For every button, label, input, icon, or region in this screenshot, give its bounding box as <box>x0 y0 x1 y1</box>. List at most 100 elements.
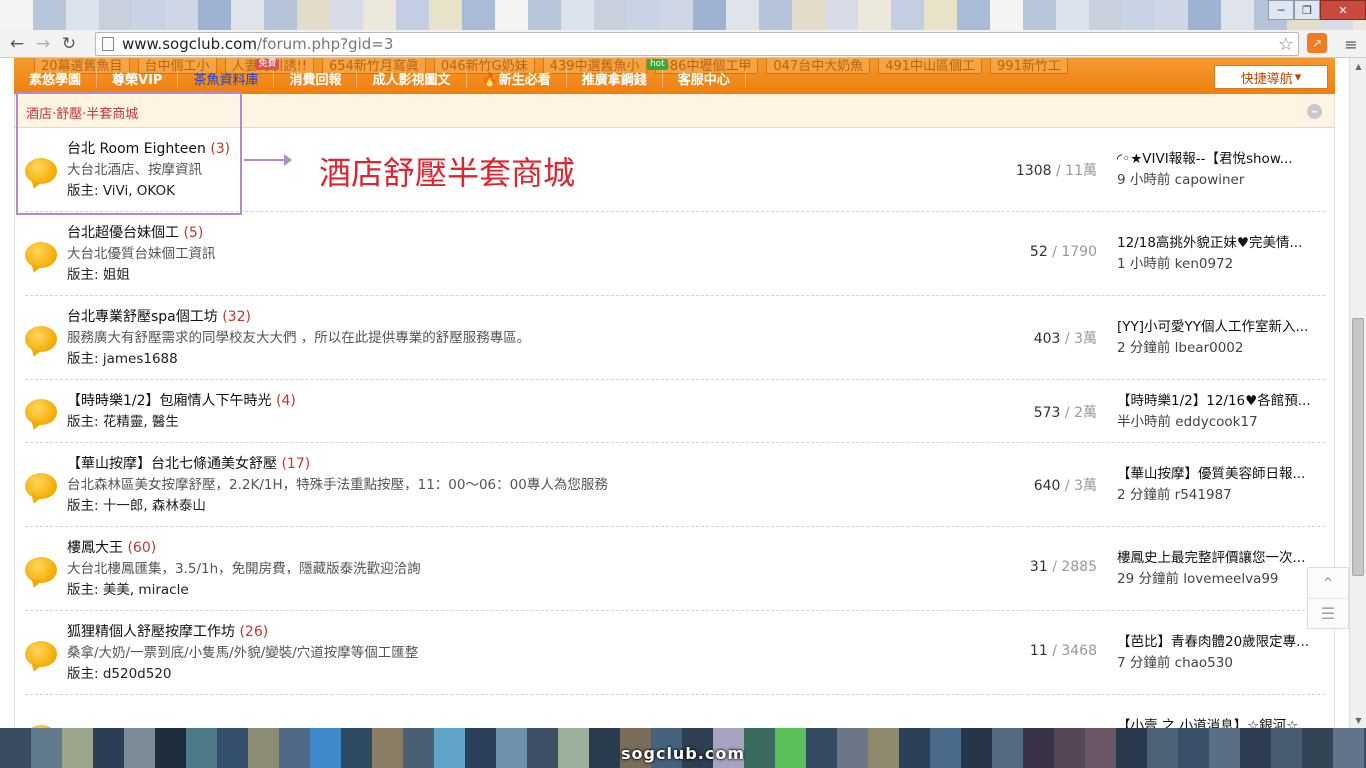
post-count: / 2萬 <box>1060 404 1097 421</box>
scroll-down-icon[interactable]: ▼ <box>1350 712 1366 728</box>
last-post-title[interactable]: 12/18高挑外貌正妹♥完美情... <box>1117 233 1325 254</box>
last-post-meta[interactable]: 半小時前 eddycook17 <box>1117 412 1325 433</box>
address-bar[interactable]: www.sogclub.com/forum.php?gid=3 ☆ <box>95 32 1299 56</box>
last-post-title[interactable]: 【芭比】青春肉體20歲限定專... <box>1117 632 1325 653</box>
last-post-meta[interactable]: 2 分鐘前 r541987 <box>1117 485 1325 506</box>
back-to-top-icon[interactable]: ⌃ <box>1308 568 1348 598</box>
board-name[interactable]: 【華山按摩】台北七條通美女舒壓 <box>67 456 277 472</box>
nav-item-2[interactable]: 茶魚資料庫 免費 <box>178 58 280 88</box>
topic-count: 11 <box>1029 643 1048 659</box>
post-count: / 11萬 <box>1051 163 1097 179</box>
nav-item-label: 客服中心 <box>677 72 730 88</box>
collapse-icon[interactable]: – <box>1307 104 1322 119</box>
nav-item-4[interactable]: 成人影視圖文 <box>357 68 467 88</box>
forward-icon[interactable]: → <box>30 31 56 57</box>
board-title[interactable]: 台北專業舒壓spa個工坊 (32) <box>67 307 530 328</box>
banner-ad-item[interactable]: 491中山區個工 <box>878 58 983 74</box>
extension-chart-icon[interactable]: ↗ <box>1307 33 1327 53</box>
nav-item-7[interactable]: 客服中心 <box>663 68 746 88</box>
board-title[interactable]: 狐狸精個人舒壓按摩工作坊 (26) <box>67 622 418 643</box>
last-post: 【時時樂1/2】12/16♥各館預... 半小時前 eddycook17 <box>1117 391 1325 433</box>
board-row: 台北超優台妹個工 (5) 大台北優質台妹個工資訊 版主: 姐姐 52 / 1790 12… <box>25 212 1325 296</box>
nav-item-5[interactable]: 🔥新生必看 <box>467 68 567 88</box>
board-moderators[interactable]: 版主: 美美, miracle <box>67 580 421 601</box>
last-post-meta[interactable]: 9 小時前 capowiner <box>1117 170 1325 191</box>
board-name[interactable]: 台北專業舒壓spa個工坊 <box>67 309 218 325</box>
back-icon[interactable]: ← <box>4 31 30 57</box>
quick-nav-button[interactable]: 快捷導航 ▾ <box>1214 65 1328 89</box>
scrollbar-thumb[interactable] <box>1352 318 1364 576</box>
last-post-title[interactable]: [YY]小可愛YY個人工作室新入... <box>1117 317 1325 338</box>
nav-item-3[interactable]: 消費回報 <box>274 68 358 88</box>
board-stats: 11 / 3468 <box>925 643 1097 659</box>
post-count: / 3萬 <box>1060 331 1097 347</box>
board-moderators[interactable]: 版主: d520d520 <box>67 664 418 685</box>
board-moderators[interactable]: 版主: 十一郎, 森林泰山 <box>67 496 608 517</box>
board-moderators[interactable]: 版主: 花精靈, 醫生 <box>67 412 296 433</box>
nav-item-label: 茶魚資料庫 <box>193 72 259 88</box>
board-title[interactable]: 樓鳳大王 (60) <box>67 538 421 559</box>
url-domain: www.sogclub.com <box>122 35 257 53</box>
board-info: 【時時樂1/2】包廂情人下午時光 (4) 版主: 花精靈, 醫生 <box>67 391 296 433</box>
board-row: 樓鳳大王 (60) 大台北樓鳳匯集，3.5/1h，免開房費，隱藏版泰洗歡迎洽詢 版主… <box>25 527 1325 611</box>
site-nav-items: 素悠學園 尊榮VIP 茶魚資料庫 免費 消費回報 成人影視圖文 🔥新生必看 推廣拿鋼錢 hot 客… <box>14 58 746 88</box>
last-post-meta[interactable]: 2 分鐘前 lbear0002 <box>1117 338 1325 359</box>
list-icon[interactable]: ☰ <box>1308 598 1348 628</box>
board-today-count: (26) <box>239 624 269 640</box>
board-moderators[interactable]: 版主: james1688 <box>67 349 530 370</box>
maximize-button[interactable]: ❐ <box>1294 0 1320 20</box>
last-post: 【芭比】青春肉體20歲限定專... 7 分鐘前 chao530 <box>1117 632 1325 674</box>
board-today-count: (60) <box>127 540 157 556</box>
url-path: /forum.php?gid=3 <box>256 35 394 53</box>
board-description: 台北森林區美女按摩舒壓，2.2K/1H，特殊手法重點按壓，11：00～06：00… <box>67 477 608 493</box>
bookmark-star-icon[interactable]: ☆ <box>1278 34 1294 55</box>
board-name[interactable]: 台北超優台妹個工 <box>67 225 179 241</box>
last-post: 樓鳳史上最完整評價讓您一次... 29 分鐘前 lovemeelva99 <box>1117 548 1325 590</box>
board-stats: 1308 / 11萬 <box>925 160 1097 180</box>
last-post-meta[interactable]: 29 分鐘前 lovemeelva99 <box>1117 569 1325 590</box>
board-title[interactable]: 【時時樂1/2】包廂情人下午時光 (4) <box>67 391 296 412</box>
board-info: 樓鳳大王 (60) 大台北樓鳳匯集，3.5/1h，免開房費，隱藏版泰洗歡迎洽詢 版主… <box>67 538 421 601</box>
topic-count: 1308 <box>1015 163 1052 179</box>
nav-item-6[interactable]: 推廣拿鋼錢 hot <box>567 58 668 88</box>
nav-item-label: 推廣拿鋼錢 <box>581 72 647 88</box>
close-button[interactable]: ✕ <box>1320 0 1366 20</box>
banner-ad-item[interactable]: 047台中大奶魚 <box>766 58 871 74</box>
vertical-scrollbar[interactable]: ▲ ▼ <box>1349 58 1366 728</box>
last-post-title[interactable]: ◜◦★VIVI報報--【君悅show... <box>1117 149 1325 170</box>
nav-item-0[interactable]: 素悠學園 <box>14 68 98 88</box>
browser-menu-icon[interactable]: ≡ <box>1340 33 1362 55</box>
board-today-count: (5) <box>183 225 204 241</box>
board-title[interactable]: 台北超優台妹個工 (5) <box>67 223 216 244</box>
reload-icon[interactable]: ↻ <box>56 31 82 57</box>
board-today-count: (32) <box>222 309 251 325</box>
board-description: 服務廣大有舒壓需求的同學校友大大們 ，所以在此提供專業的舒壓服務專區。 <box>67 330 531 346</box>
last-post-meta[interactable]: 1 小時前 ken0972 <box>1117 254 1325 275</box>
last-post-meta[interactable]: 7 分鐘前 chao530 <box>1117 653 1325 674</box>
board-name[interactable]: 狐狸精個人舒壓按摩工作坊 <box>67 624 235 640</box>
board-title[interactable]: 【華山按摩】台北七條通美女舒壓 (17) <box>67 454 608 475</box>
board-moderators[interactable]: 版主: 姐姐 <box>67 265 216 286</box>
board-stats: 31 / 2885 <box>925 559 1097 575</box>
board-status-icon <box>25 325 57 352</box>
board-name[interactable]: 樓鳳大王 <box>67 540 123 556</box>
board-name[interactable]: 【時時樂1/2】包廂情人下午時光 <box>67 393 272 409</box>
board-stats: 403 / 3萬 <box>925 328 1097 348</box>
floating-tools: ⌃ ☰ <box>1307 567 1349 629</box>
post-count: / 2885 <box>1047 559 1097 575</box>
last-post-title[interactable]: 樓鳳史上最完整評價讓您一次... <box>1117 548 1325 569</box>
last-post-title[interactable]: 【時時樂1/2】12/16♥各館預... <box>1117 391 1325 412</box>
board-row: 狐狸精個人舒壓按摩工作坊 (26) 桑拿/大奶/一票到底/小隻馬/外貌/變裝/穴道… <box>25 611 1325 695</box>
minimize-button[interactable]: ─ <box>1268 0 1294 20</box>
nav-item-label: 成人影視圖文 <box>372 72 451 88</box>
annotation-text: 酒店舒壓半套商城 <box>319 154 576 192</box>
scroll-up-icon[interactable]: ▲ <box>1350 58 1366 74</box>
last-post-title[interactable]: 【華山按摩】優質美容師日報... <box>1117 464 1325 485</box>
chevron-down-icon: ▾ <box>1294 69 1302 85</box>
banner-ad-item[interactable]: 991新竹工 <box>990 58 1068 74</box>
topic-count: 640 <box>1033 478 1061 494</box>
nav-item-1[interactable]: 尊榮VIP <box>97 68 179 88</box>
board-stats: 640 / 3萬 <box>925 475 1097 495</box>
annotation-arrow <box>244 154 292 166</box>
window-controls: ─ ❐ ✕ <box>1268 0 1366 20</box>
